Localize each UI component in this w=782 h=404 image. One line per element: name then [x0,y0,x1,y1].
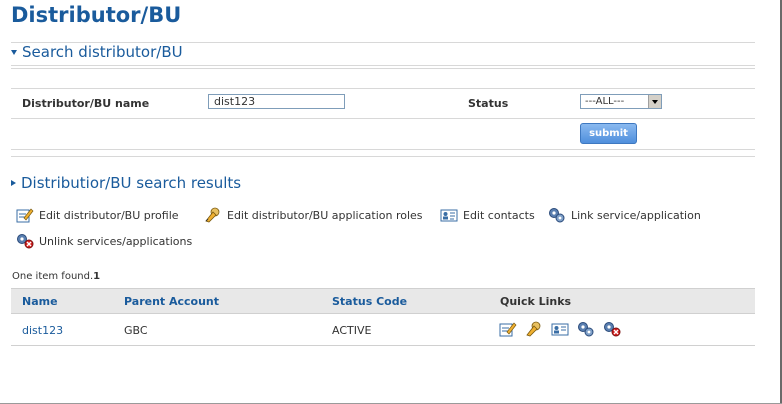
action-label: Unlink services/applications [39,234,193,248]
action-label: Edit contacts [463,208,535,222]
divider [11,156,755,157]
column-header-status-code[interactable]: Status Code [332,295,407,308]
quick-links [499,320,621,338]
status-label: Status [468,97,509,110]
edit-profile-icon [16,207,34,223]
search-section-toggle[interactable]: Search distributor/BU [11,43,183,61]
result-count-text: One item found. [12,271,94,282]
row-parent-account: GBC [124,324,148,337]
edit-roles-icon[interactable] [525,320,543,338]
distributor-name-input[interactable] [208,94,345,109]
unlink-service-link[interactable]: Unlink services/applications [16,233,192,249]
table-row: dist123 GBC ACTIVE [11,316,755,346]
search-section-title: Search distributor/BU [22,43,183,61]
edit-roles-icon [204,207,222,223]
row-name-link[interactable]: dist123 [22,324,63,337]
contacts-card-icon[interactable] [551,320,569,338]
action-label: Link service/application [571,208,701,222]
results-section-toggle[interactable]: Distributior/BU search results [11,174,241,192]
action-label: Edit distributor/BU application roles [227,208,423,222]
form-row-divider [11,118,755,119]
edit-profile-link[interactable]: Edit distributor/BU profile [16,207,179,223]
collapse-triangle-icon [11,49,17,55]
contacts-card-icon [440,207,458,223]
form-row-divider [11,88,755,89]
status-select-value: ---ALL--- [585,96,625,107]
result-count-value: 1 [93,271,101,282]
link-service-link[interactable]: Link service/application [548,207,701,223]
column-header-quick-links: Quick Links [500,295,572,308]
edit-profile-icon[interactable] [499,320,517,338]
column-header-name[interactable]: Name [22,295,58,308]
divider [11,65,755,66]
submit-button[interactable]: submit [580,123,637,144]
edit-contacts-link[interactable]: Edit contacts [440,207,535,223]
dropdown-arrow-icon[interactable] [648,95,661,108]
edit-roles-link[interactable]: Edit distributor/BU application roles [204,207,423,223]
row-status-code: ACTIVE [332,324,372,337]
link-service-gears-icon[interactable] [577,320,595,338]
divider [11,149,755,150]
action-label: Edit distributor/BU profile [39,208,179,222]
link-service-gears-icon [548,207,566,223]
unlink-service-gears-icon[interactable] [603,320,621,338]
divider [11,68,755,69]
expand-triangle-icon [11,180,16,186]
column-header-parent-account[interactable]: Parent Account [124,295,219,308]
unlink-service-gears-icon [16,233,34,249]
status-select[interactable]: ---ALL--- [580,94,662,109]
results-section-title: Distributior/BU search results [21,174,242,192]
result-count: One item found.1 [12,271,100,282]
distributor-name-label: Distributor/BU name [22,97,150,110]
page-title: Distributor/BU [11,3,182,27]
results-table-header: Name Parent Account Status Code Quick Li… [11,288,755,314]
